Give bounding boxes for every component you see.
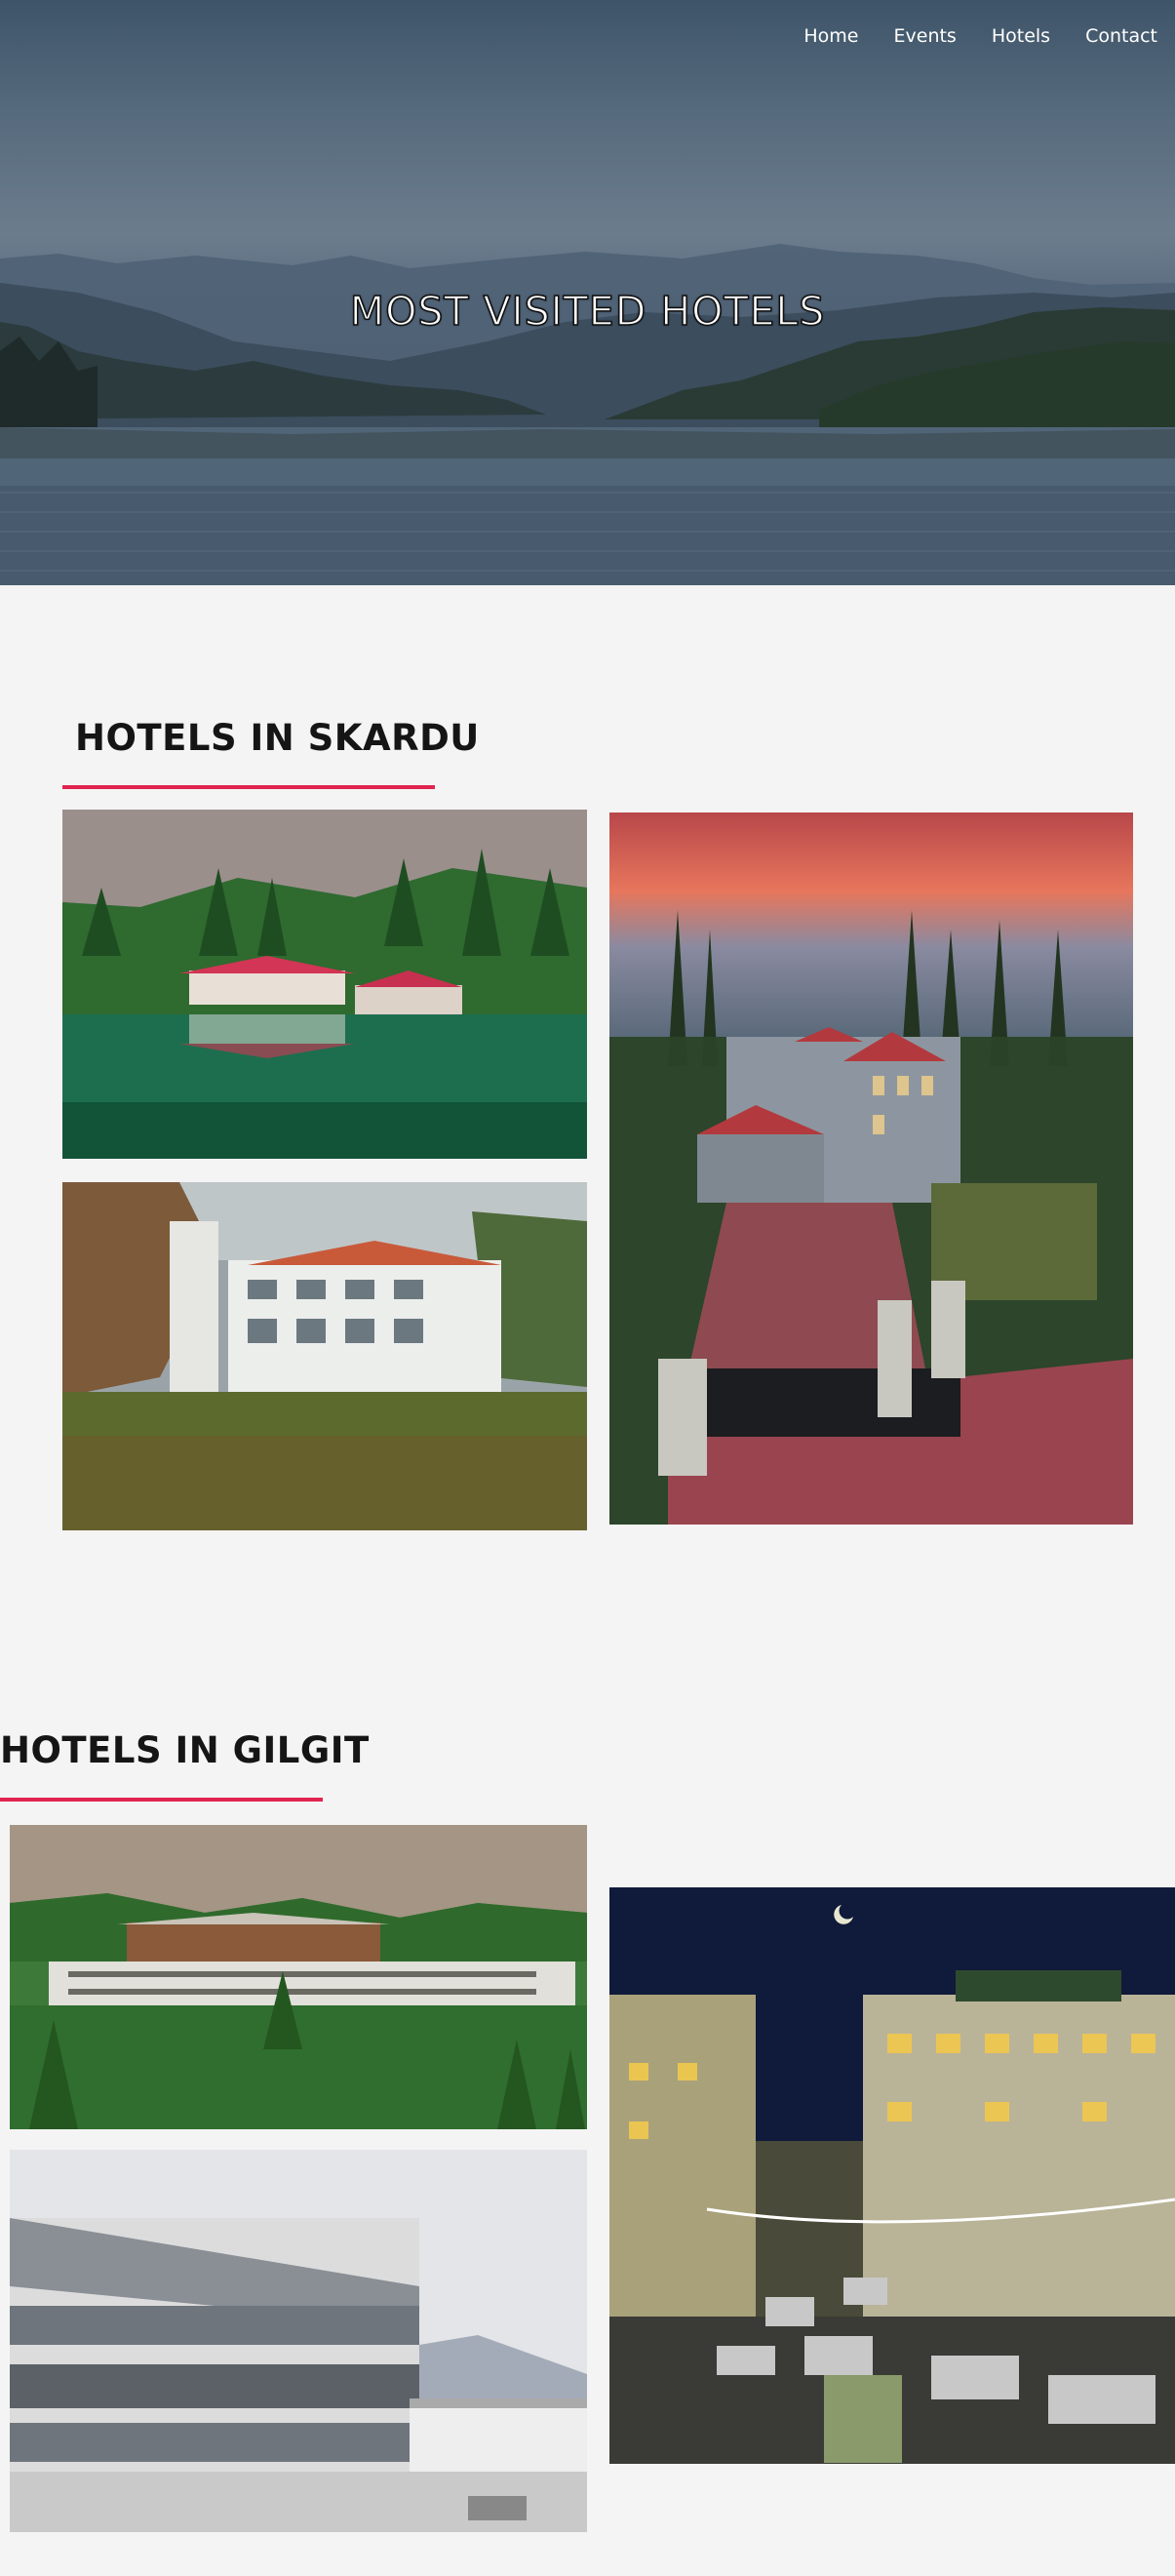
hotel-photo-modern-hotel[interactable] <box>10 2150 587 2532</box>
hotel-photo-castle-sunset[interactable] <box>609 812 1133 1525</box>
hotel-photo-night-hotel[interactable] <box>609 1887 1175 2464</box>
hero-title: MOST VISITED HOTELS <box>349 288 826 337</box>
section-title-skardu: HOTELS IN SKARDU <box>75 717 480 759</box>
nav-home-link[interactable]: Home <box>803 25 858 47</box>
section-underline <box>0 1798 323 1802</box>
nav-contact-link[interactable]: Contact <box>1085 25 1157 47</box>
hero-banner: Home Events Hotels Contact MOST VISITED … <box>0 0 1175 585</box>
nav-events-link[interactable]: Events <box>894 25 957 47</box>
hotel-photo-lake-resort[interactable] <box>62 810 587 1159</box>
nav-hotels-link[interactable]: Hotels <box>992 25 1050 47</box>
section-underline <box>62 785 435 789</box>
section-title-gilgit: HOTELS IN GILGIT <box>0 1729 370 1771</box>
hotel-photo-hillside-hotel[interactable] <box>10 1825 587 2129</box>
main-nav: Home Events Hotels Contact <box>803 25 1157 47</box>
hotel-photo-garden-house[interactable] <box>62 1182 587 1530</box>
